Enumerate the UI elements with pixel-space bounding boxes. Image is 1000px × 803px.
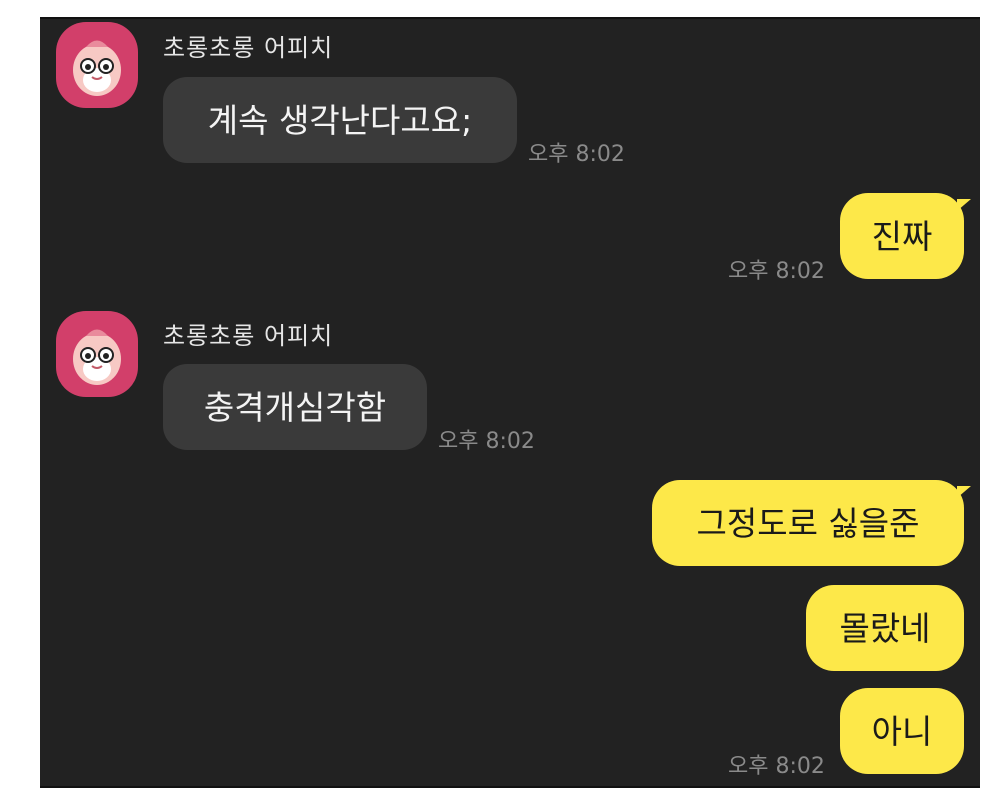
sender-name: 초롱초롱 어피치 xyxy=(163,34,334,62)
bubble-tail xyxy=(957,199,971,211)
message-bubble-incoming[interactable]: 계속 생각난다고요; xyxy=(163,77,517,163)
bubble-tail xyxy=(957,486,971,498)
apeach-avatar-icon[interactable] xyxy=(56,311,138,397)
chat-top-border xyxy=(40,17,980,19)
message-timestamp: 오후 8:02 xyxy=(728,754,825,779)
message-bubble-outgoing[interactable]: 아니 xyxy=(840,688,964,774)
chat-bottom-border xyxy=(40,786,980,788)
apeach-avatar-icon[interactable] xyxy=(56,22,138,108)
message-timestamp: 오후 8:02 xyxy=(528,142,625,167)
message-bubble-incoming[interactable]: 충격개심각함 xyxy=(163,364,427,450)
message-timestamp: 오후 8:02 xyxy=(438,429,535,454)
message-timestamp: 오후 8:02 xyxy=(728,259,825,284)
message-bubble-outgoing[interactable]: 진짜 xyxy=(840,193,964,279)
message-bubble-outgoing[interactable]: 몰랐네 xyxy=(806,585,964,671)
message-bubble-outgoing[interactable]: 그정도로 싫을준 xyxy=(652,480,964,566)
sender-name: 초롱초롱 어피치 xyxy=(163,322,334,350)
